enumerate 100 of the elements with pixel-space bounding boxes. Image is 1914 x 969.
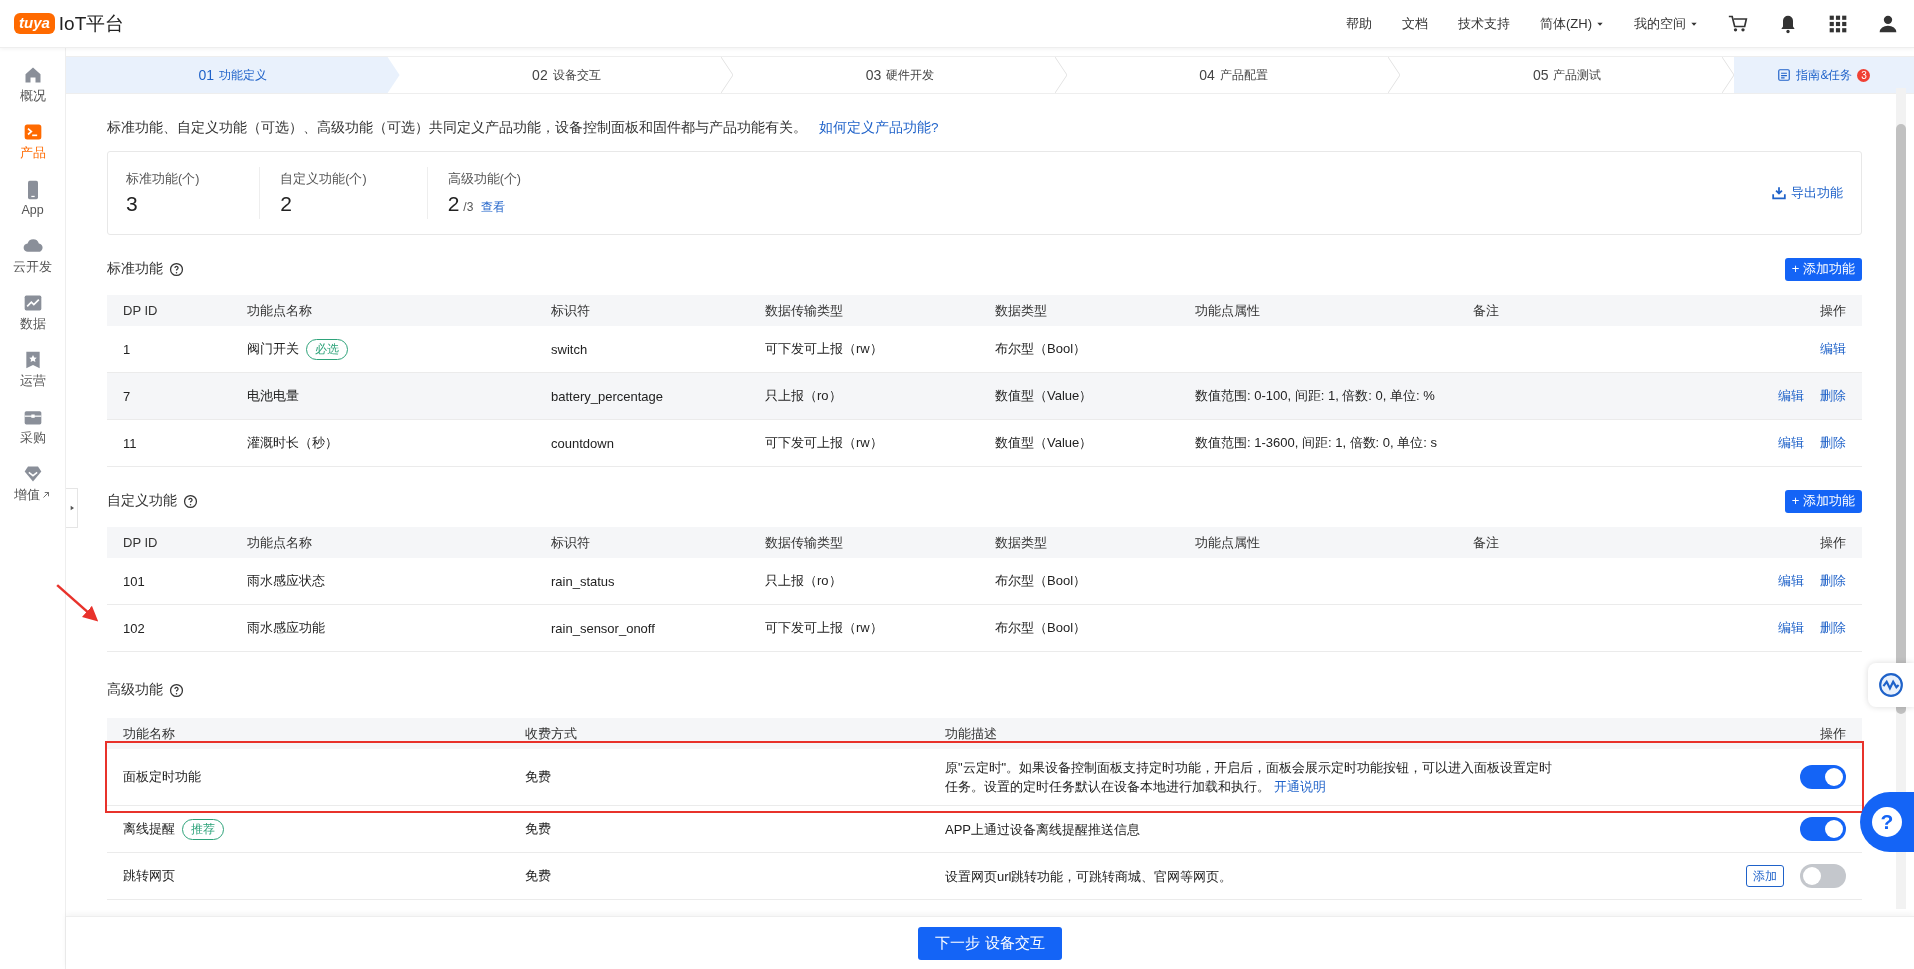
apps-grid-icon[interactable]: [1828, 13, 1848, 34]
column-header: 功能点名称: [246, 301, 313, 320]
description-text: 设置网页url跳转功能，可跳转商城、官网等网页。: [944, 867, 1234, 886]
toggle-switch[interactable]: [1800, 765, 1846, 789]
sidebar-item[interactable]: App: [0, 170, 65, 227]
nav-link[interactable]: 文档: [1402, 14, 1428, 33]
export-link[interactable]: 导出功能: [1772, 184, 1843, 202]
column-header: 功能描述: [944, 724, 998, 743]
table-cell-text: 布尔型（Bool）: [994, 572, 1088, 590]
sidebar-item[interactable]: 运营: [0, 341, 65, 398]
edit-link[interactable]: 编辑: [1778, 619, 1804, 637]
list-icon: [1777, 68, 1792, 82]
column-header: DP ID: [122, 303, 159, 318]
step-tab[interactable]: 05 产品测试: [1400, 57, 1734, 93]
table-cell-text: 数值范围: 1-3600, 间距: 1, 倍数: 0, 单位: s: [1194, 434, 1438, 452]
nav-link[interactable]: 帮助: [1346, 14, 1372, 33]
cart-icon[interactable]: [1728, 13, 1748, 34]
table-cell: 雨水感应功能: [247, 619, 325, 637]
stat-value: 2: [280, 191, 292, 216]
table-cell-text: rain_status: [550, 573, 616, 589]
help-link[interactable]: 如何定义产品功能?: [819, 120, 939, 135]
table-cell-text: 只上报（ro）: [764, 572, 843, 590]
help-icon: [183, 493, 198, 509]
table-cell-text: 免费: [524, 820, 552, 838]
section-title: 高级功能: [107, 681, 163, 699]
column-header: 功能名称: [122, 724, 176, 743]
edit-link[interactable]: 编辑: [1778, 572, 1804, 590]
guide-tab[interactable]: 指南&任务 3: [1733, 57, 1914, 93]
add-function-button[interactable]: + 添加功能: [1784, 257, 1862, 281]
assistant-button[interactable]: [1868, 663, 1914, 707]
toggle-switch[interactable]: [1800, 817, 1846, 841]
intro-text: 标准功能、自定义功能（可选）、高级功能（可选）共同定义产品功能，设备控制面板和固件都与产品功能有关。: [107, 120, 807, 135]
count-badge: 3: [1857, 68, 1871, 82]
sidebar-item[interactable]: 数据: [0, 284, 65, 341]
table-cell-text: rain_sensor_onoff: [550, 620, 656, 636]
delete-link[interactable]: 删除: [1820, 619, 1846, 637]
table-cell-text: 可下发可上报（rw）: [764, 340, 884, 358]
column-header: 功能点属性: [1194, 533, 1261, 552]
column-header: 标识符: [550, 301, 591, 320]
table-cell-text: 免费: [524, 768, 552, 786]
sidebar-item[interactable]: 增值: [0, 455, 65, 512]
stat-label: 标准功能(个): [126, 170, 200, 188]
table-cell-text: 数值型（Value）: [994, 434, 1094, 452]
column-header: 数据类型: [994, 301, 1048, 320]
add-function-button[interactable]: + 添加功能: [1784, 489, 1862, 513]
sidebar-item[interactable]: 概况: [0, 56, 65, 113]
table-cell-text: 只上报（ro）: [764, 387, 843, 405]
table-cell-text: 数值型（Value）: [994, 387, 1094, 405]
step-tab[interactable]: 02 设备交互: [399, 57, 734, 93]
column-header: 收费方式: [524, 724, 578, 743]
column-header: 功能点名称: [246, 533, 313, 552]
delete-link[interactable]: 删除: [1820, 387, 1846, 405]
column-header: 数据传输类型: [764, 533, 844, 552]
edit-link[interactable]: 编辑: [1778, 434, 1804, 452]
view-link[interactable]: 查看: [481, 198, 506, 216]
next-step-button[interactable]: 下一步 设备交互: [918, 926, 1062, 960]
column-header: 标识符: [550, 533, 591, 552]
nav-dropdown[interactable]: 我的空间: [1634, 14, 1698, 33]
table-cell-text: 数值范围: 0-100, 间距: 1, 倍数: 0, 单位: %: [1194, 387, 1436, 405]
add-button[interactable]: 添加: [1746, 865, 1784, 887]
description-text: APP上通过设备离线提醒推送信息: [944, 820, 1141, 839]
table-cell-text: countdown: [550, 435, 615, 451]
delete-link[interactable]: 删除: [1820, 572, 1846, 590]
delete-link[interactable]: 删除: [1820, 434, 1846, 452]
download-icon: [1772, 186, 1786, 200]
table-cell: 离线提醒: [123, 820, 175, 838]
sidebar-item[interactable]: 云开发: [0, 227, 65, 284]
nav-dropdown[interactable]: 简体(ZH): [1540, 14, 1604, 33]
help-icon: [169, 682, 184, 698]
section-title: 标准功能: [107, 260, 163, 278]
table-cell-text: 7: [122, 388, 132, 404]
stat-label: 自定义功能(个): [280, 170, 367, 188]
table-cell-text: 可下发可上报（rw）: [764, 619, 884, 637]
column-header: 操作: [1819, 301, 1847, 320]
edit-link[interactable]: 编辑: [1778, 387, 1804, 405]
column-header: 操作: [1819, 533, 1847, 552]
column-header: 数据类型: [994, 533, 1048, 552]
stat-total: /3: [463, 199, 474, 214]
toggle-switch[interactable]: [1800, 864, 1846, 888]
table-cell-text: 可下发可上报（rw）: [764, 434, 884, 452]
table-cell-text: 布尔型（Bool）: [994, 619, 1088, 637]
column-header: 操作: [1819, 724, 1847, 743]
step-tab[interactable]: 03 硬件开发: [733, 57, 1067, 93]
column-header: 备注: [1472, 301, 1500, 320]
wave-icon: [1878, 672, 1904, 698]
nav-link[interactable]: 技术支持: [1458, 14, 1510, 33]
table-cell-text: battery_percentage: [550, 388, 665, 404]
section-title: 自定义功能: [107, 492, 177, 510]
step-tab[interactable]: 04 产品配置: [1066, 57, 1401, 93]
table-cell: 灌溉时长（秒）: [247, 434, 338, 452]
user-icon[interactable]: [1878, 13, 1898, 34]
step-tab[interactable]: 01 功能定义: [66, 57, 400, 93]
table-cell-text: 101: [122, 573, 146, 589]
table-cell-text: 11: [122, 435, 138, 451]
edit-link[interactable]: 编辑: [1820, 340, 1846, 358]
sidebar-item[interactable]: 采购: [0, 398, 65, 455]
table-cell-text: 免费: [524, 867, 552, 885]
table-cell-text: 布尔型（Bool）: [994, 340, 1088, 358]
table-cell-text: 1: [122, 341, 132, 357]
help-link[interactable]: 开通说明: [1273, 779, 1326, 794]
